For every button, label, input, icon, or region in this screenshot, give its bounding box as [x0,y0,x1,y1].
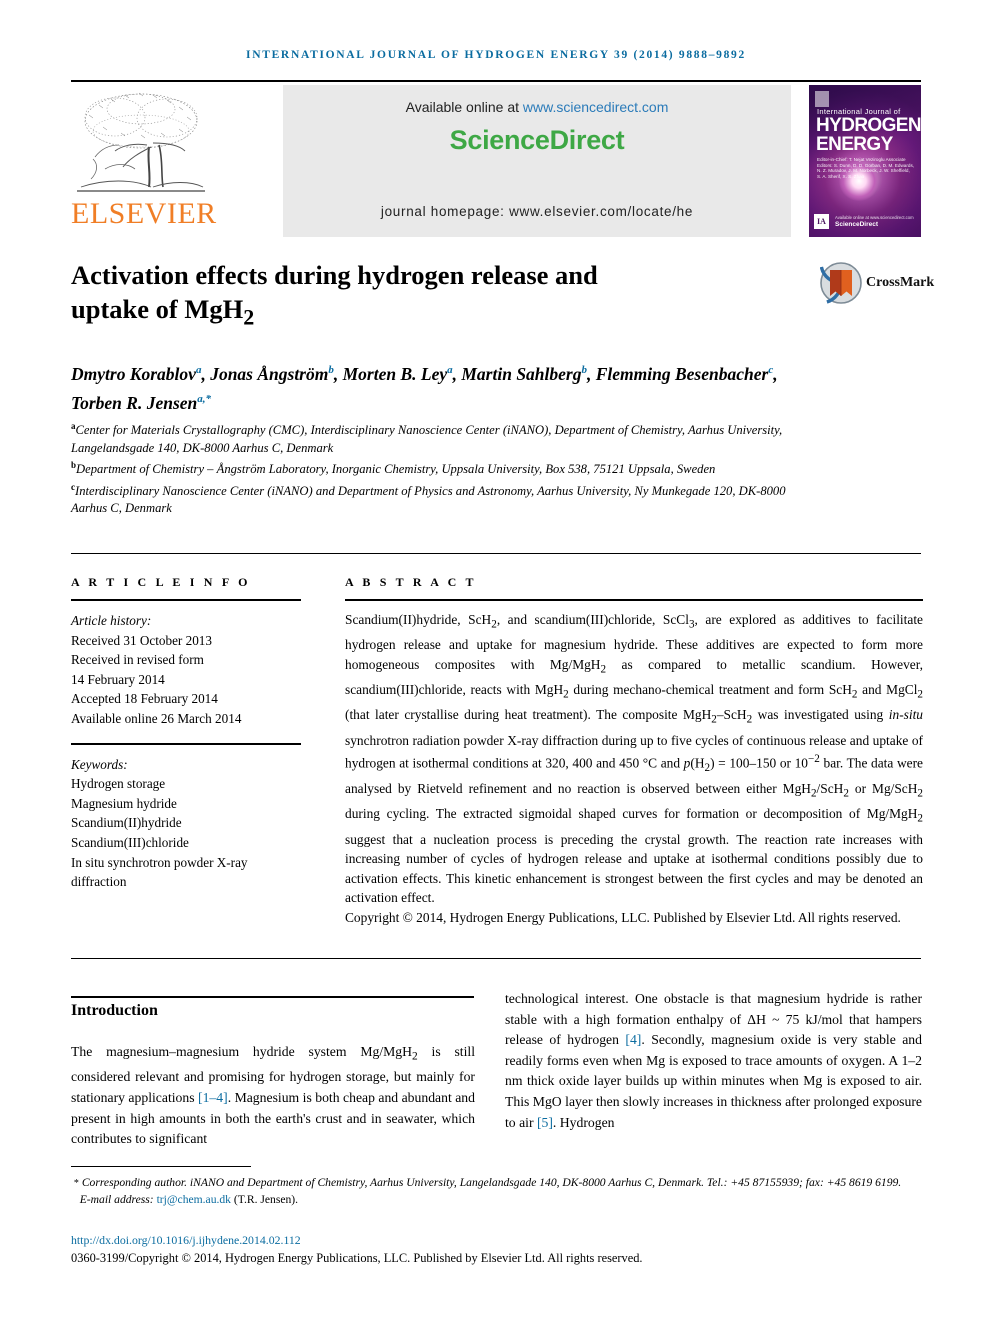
author-affiliation-mark: b [581,364,587,376]
abstract-text: Scandium(II)hydride, ScH2, and scandium(… [345,612,924,906]
affiliation-item: bDepartment of Chemistry – Ångström Labo… [71,457,791,479]
doi-link[interactable]: http://dx.doi.org/10.1016/j.ijhydene.201… [71,1233,301,1248]
available-online-label: Available online at [405,99,523,115]
article-history-item: Received in revised form [71,652,204,668]
article-info-heading: A R T I C L E I N F O [71,575,251,589]
cover-sciencedirect-badge: ScienceDirect [835,221,878,228]
abstract-body: Scandium(II)hydride, ScH2, and scandium(… [345,610,923,927]
citation-link[interactable]: [1–4] [198,1090,228,1105]
cover-journal-title-1: HYDROGEN [816,115,921,136]
introduction-right-text: technological interest. One obstacle is … [505,991,922,1130]
cover-badge-note: Available online at www.sciencedirect.co… [835,215,914,220]
abstract-copyright: Copyright © 2014, Hydrogen Energy Public… [345,909,901,925]
cover-journal-title-2: ENERGY [816,134,893,155]
keyword-items: Hydrogen storage Magnesium hydride Scandiu… [71,774,301,892]
article-info-rule [71,599,301,601]
author-affiliation-mark: a,* [197,392,212,405]
introduction-right-column: technological interest. One obstacle is … [505,989,922,1133]
article-history-item: Received 31 October 2013 [71,632,212,648]
affiliation-item: aCenter for Materials Crystallography (C… [71,418,791,457]
affiliation-list: aCenter for Materials Crystallography (C… [71,418,791,518]
affiliation-item: cInterdisciplinary Nanoscience Center (i… [71,479,791,518]
header-rule [71,80,921,82]
corresponding-author-text: Corresponding author. iNANO and Departme… [81,1176,902,1189]
masthead: ELSEVIER Available online at www.science… [71,85,921,237]
article-page: INTERNATIONAL JOURNAL OF HYDROGEN ENERGY… [0,0,992,1323]
keywords-label: Keywords: [71,756,128,772]
affiliation-text: Center for Materials Crystallography (CM… [71,423,783,455]
article-history-item: Available online 26 March 2014 [71,710,242,726]
keyword-item: Scandium(III)chloride [71,834,189,850]
affiliation-text: Interdisciplinary Nanoscience Center (iN… [71,483,786,516]
journal-homepage-link[interactable]: journal homepage: www.elsevier.com/locat… [283,204,791,219]
issn-copyright-line: 0360-3199/Copyright © 2014, Hydrogen Ene… [71,1251,643,1265]
author-affiliation-mark: b [328,364,334,376]
corresponding-author-note: * Corresponding author. iNANO and Depart… [73,1176,902,1189]
cover-publisher-badge-icon: IA [814,214,829,229]
article-history-item: 14 February 2014 [71,671,165,687]
keywords-rule [71,742,301,745]
sciencedirect-url[interactable]: www.sciencedirect.com [523,99,669,115]
keyword-item: Magnesium hydride [71,795,177,811]
introduction-rule [71,996,474,998]
email-owner: (T.R. Jensen). [230,1192,299,1206]
email-link[interactable]: trj@chem.au.dk [157,1193,231,1206]
introduction-left-text: The magnesium–magnesium hydride system M… [71,1044,475,1147]
email-label: E-mail address: [79,1192,157,1206]
band-top-rule [71,553,921,554]
citation-link[interactable]: [4] [625,1032,641,1047]
footnote-rule [71,1166,251,1167]
footnote-block: * Corresponding author. iNANO and Depart… [71,1175,926,1207]
keyword-item: diffraction [71,874,127,890]
available-online-line: Available online at www.sciencedirect.co… [283,99,791,115]
author-affiliation-mark: a [447,364,453,376]
title-line-1: Activation effects during hydrogen relea… [71,260,598,290]
abstract-column: A B S T R A C T Scandium(II)hydride, ScH… [345,575,923,927]
history-items: Received 31 October 2013 Received in revi… [71,631,301,729]
author-name: Dmytro Korablov [71,363,196,384]
author-list: Dmytro Korablova, Jonas Ångströmb, Morte… [71,363,778,413]
elsevier-logo: ELSEVIER [71,85,217,237]
band-bottom-rule [71,958,921,959]
keywords-block: Keywords: Hydrogen storage Magnesium hydr… [71,755,301,892]
crossmark-badge[interactable]: CrossMark [820,262,934,324]
author-affiliation-mark: a [195,364,202,376]
sciencedirect-logo[interactable]: ScienceDirect [283,125,791,156]
article-history-item: Accepted 18 February 2014 [71,691,218,707]
sciencedirect-banner: Available online at www.sciencedirect.co… [283,85,791,237]
section-heading-introduction: Introduction [71,1002,158,1019]
elsevier-tree-icon [77,92,205,192]
cover-barcode-icon [815,91,829,107]
elsevier-wordmark: ELSEVIER [71,197,217,230]
affiliation-text: Department of Chemistry – Ångström Labor… [76,462,716,477]
citation-link[interactable]: [5] [537,1115,553,1130]
author-name: Torben R. Jensen [71,392,198,413]
title-line-2: uptake of MgH2 [71,294,254,329]
crossmark-label: CrossMark [866,275,935,290]
author-affiliation-mark: c [768,364,774,376]
abstract-heading: A B S T R A C T [345,575,477,589]
article-info-column: A R T I C L E I N F O Article history: R… [71,575,301,892]
running-head: INTERNATIONAL JOURNAL OF HYDROGEN ENERGY… [246,49,746,61]
keyword-item: Hydrogen storage [71,776,166,792]
author-name: Morten B. Ley [342,363,448,384]
introduction-left-column: The magnesium–magnesium hydride system M… [71,1042,475,1150]
title-line-2-text: uptake of MgH [71,294,244,324]
title-subscript: 2 [243,304,255,330]
abstract-rule [345,599,923,601]
keyword-item: In situ synchrotron powder X-ray [71,854,248,870]
email-note: E-mail address: trj@chem.au.dk (T.R. Jen… [71,1192,926,1208]
article-history-block: Article history: Received 31 October 201… [71,611,301,729]
author-name: Jonas Ångström [210,363,329,384]
journal-cover-thumbnail: International Journal of HYDROGEN ENERGY… [809,85,921,237]
keyword-item: Scandium(II)hydride [71,815,182,831]
author-name: Flemming Besenbacher [595,363,769,384]
author-name: Martin Sahlberg [461,363,582,384]
cover-editors: Editor-in-Chief: T. Nejat Veziroglu Asso… [817,157,915,179]
crossmark-icon[interactable] [820,262,862,304]
page-title: Activation effects during hydrogen relea… [71,258,771,334]
article-history-label: Article history: [71,613,152,628]
